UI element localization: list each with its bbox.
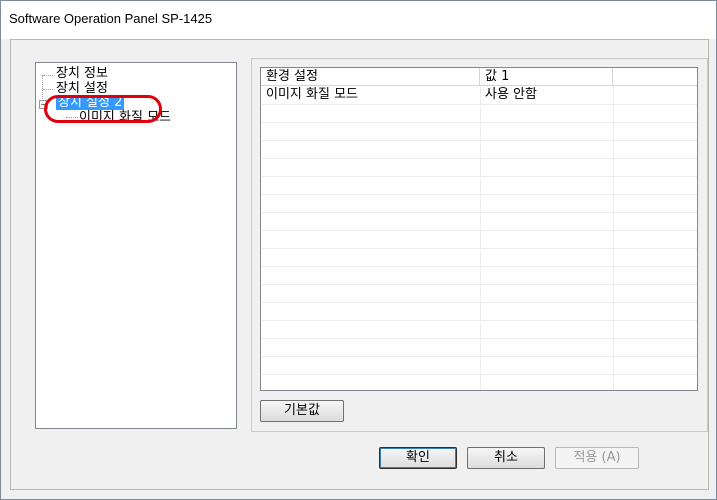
row-value-cell: 사용 안함 bbox=[485, 87, 537, 102]
settings-group: 환경 설정 값 1 이미지 화질 모드 사용 안함 기본값 bbox=[251, 58, 708, 432]
title-bar: Software Operation Panel SP-1425 bbox=[1, 1, 716, 39]
settings-tree[interactable]: − 장치 정보 장치 설정 장치 설정 2 이미지 화질 모드 bbox=[35, 62, 237, 429]
highlight-annotation bbox=[44, 95, 162, 123]
tree-connector bbox=[43, 75, 53, 76]
window-title: Software Operation Panel SP-1425 bbox=[9, 11, 213, 26]
empty-row bbox=[261, 158, 697, 177]
empty-row bbox=[261, 302, 697, 321]
empty-row bbox=[261, 320, 697, 339]
column-header-setting[interactable]: 환경 설정 bbox=[261, 68, 480, 85]
column-divider bbox=[613, 86, 614, 390]
apply-button[interactable]: 적용 (A) bbox=[555, 447, 639, 469]
settings-list[interactable]: 환경 설정 값 1 이미지 화질 모드 사용 안함 bbox=[260, 67, 698, 391]
tree-item-device-info[interactable]: 장치 정보 bbox=[56, 67, 108, 81]
empty-row bbox=[261, 104, 697, 123]
default-values-button[interactable]: 기본값 bbox=[260, 400, 344, 422]
empty-row bbox=[261, 212, 697, 231]
cancel-button[interactable]: 취소 bbox=[467, 447, 545, 469]
empty-row bbox=[261, 356, 697, 375]
empty-row bbox=[261, 140, 697, 159]
empty-row bbox=[261, 194, 697, 213]
column-divider bbox=[480, 86, 481, 390]
app-window: Software Operation Panel SP-1425 − 장치 정보… bbox=[0, 0, 717, 500]
empty-row bbox=[261, 284, 697, 303]
row-setting-cell: 이미지 화질 모드 bbox=[266, 87, 358, 102]
empty-row bbox=[261, 374, 697, 390]
empty-row bbox=[261, 176, 697, 195]
dialog-client-area: − 장치 정보 장치 설정 장치 설정 2 이미지 화질 모드 환경 설정 값 … bbox=[10, 39, 709, 490]
empty-row bbox=[261, 248, 697, 267]
column-header-empty[interactable] bbox=[613, 68, 697, 85]
empty-row bbox=[261, 230, 697, 249]
ok-button[interactable]: 확인 bbox=[379, 447, 457, 469]
empty-row bbox=[261, 122, 697, 141]
table-row[interactable]: 이미지 화질 모드 사용 안함 bbox=[261, 86, 697, 105]
column-header-value[interactable]: 값 1 bbox=[480, 68, 613, 85]
tree-connector bbox=[43, 89, 53, 90]
empty-row bbox=[261, 266, 697, 285]
tree-item-device-settings[interactable]: 장치 설정 bbox=[56, 82, 108, 96]
list-header: 환경 설정 값 1 bbox=[261, 68, 697, 86]
empty-row bbox=[261, 338, 697, 357]
list-rows: 이미지 화질 모드 사용 안함 bbox=[261, 86, 697, 390]
